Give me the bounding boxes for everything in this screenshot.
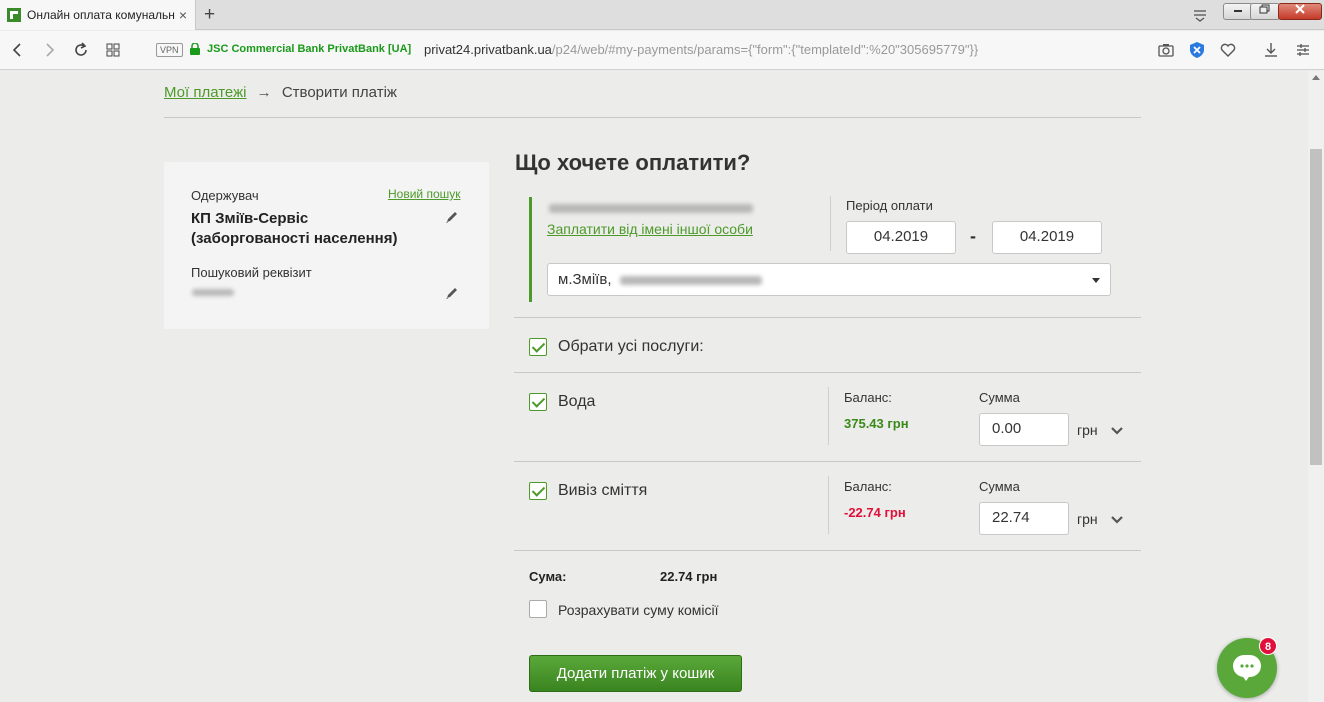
service-water-divider	[828, 387, 829, 445]
lock-icon[interactable]	[190, 43, 200, 55]
edit-search-detail-pencil-icon[interactable]	[444, 285, 460, 301]
section-divider-3	[514, 461, 1141, 462]
service-water-name: Вода	[558, 393, 596, 410]
new-search-link[interactable]: Новий пошук	[388, 187, 461, 201]
scroll-up-arrow-icon[interactable]	[1312, 75, 1320, 80]
close-icon	[1295, 4, 1305, 14]
service-garbage-divider	[828, 476, 829, 534]
address-select[interactable]: м.Зміїв,	[547, 263, 1111, 296]
select-all-label: Обрати усі послуги:	[558, 338, 704, 355]
tab-menu-icon[interactable]	[1192, 7, 1208, 23]
address-select-value: м.Зміїв,	[558, 271, 612, 288]
minimize-button[interactable]	[1223, 3, 1253, 20]
period-divider	[830, 196, 831, 251]
recipient-name: КП Зміїв-Сервіс (заборгованості населенн…	[191, 209, 431, 249]
period-label: Період оплати	[846, 198, 933, 213]
period-from-input[interactable]: 04.2019	[846, 221, 956, 254]
chevron-down-icon	[1092, 278, 1100, 283]
total-sum-label: Сума:	[529, 569, 567, 584]
pay-for-other-link[interactable]: Заплатити від імені іншої особи	[547, 221, 753, 237]
search-detail-label: Пошуковий реквізит	[191, 265, 312, 280]
section-divider-4	[514, 550, 1141, 551]
section-divider-1	[514, 317, 1141, 318]
service-garbage-currency: грн	[1077, 511, 1098, 527]
camera-icon[interactable]	[1157, 41, 1175, 59]
close-window-button[interactable]	[1278, 3, 1322, 20]
section-divider-2	[514, 372, 1141, 373]
service-garbage-checkbox[interactable]	[529, 482, 547, 500]
service-garbage-balance: -22.74 грн	[844, 505, 906, 520]
period-to-input[interactable]: 04.2019	[992, 221, 1102, 254]
scrollbar-thumb[interactable]	[1310, 149, 1322, 465]
service-garbage-expand-chevron-down-icon[interactable]	[1110, 515, 1124, 525]
recipient-card: Одержувач Новий пошук КП Зміїв-Сервіс (з…	[164, 162, 489, 329]
chat-notification-badge: 8	[1259, 637, 1277, 655]
select-all-checkbox[interactable]	[529, 338, 547, 356]
reload-icon[interactable]	[72, 41, 90, 59]
breadcrumb-divider	[164, 117, 1141, 118]
speed-dial-icon[interactable]	[104, 41, 122, 59]
adblock-shield-icon[interactable]	[1188, 41, 1206, 59]
vpn-badge[interactable]: VPN	[156, 43, 183, 57]
service-water-amount-label: Сумма	[979, 390, 1020, 405]
download-icon[interactable]	[1262, 41, 1280, 59]
search-detail-redacted	[192, 289, 234, 296]
forward-icon[interactable]	[40, 41, 58, 59]
breadcrumb-current: Створити платіж	[281, 84, 397, 101]
service-water-expand-chevron-down-icon[interactable]	[1110, 426, 1124, 436]
page-scrollbar[interactable]	[1308, 71, 1324, 702]
service-water-currency: грн	[1077, 422, 1098, 438]
browser-tab-bar: Онлайн оплата комунальних послуг × +	[0, 0, 1324, 30]
commission-checkbox[interactable]	[529, 600, 547, 618]
service-water-balance: 375.43 грн	[844, 416, 909, 431]
total-sum-value: 22.74 грн	[660, 569, 718, 584]
add-to-cart-button[interactable]: Додати платіж у кошик	[529, 655, 742, 692]
tab-close-icon[interactable]: ×	[179, 7, 187, 23]
url-path: /p24/web/#my-payments/params={"form":{"t…	[551, 42, 979, 57]
page-title: Що хочете оплатити?	[515, 150, 751, 175]
breadcrumb: Мої платежі → Створити платіж	[164, 84, 397, 101]
maximize-button[interactable]	[1250, 3, 1280, 20]
edit-recipient-pencil-icon[interactable]	[444, 209, 460, 225]
minimize-icon	[1234, 10, 1242, 12]
recipient-name-line2: (заборгованості населення)	[191, 230, 398, 247]
privatbank-favicon-icon	[7, 8, 21, 22]
commission-label: Розрахувати суму комісії	[558, 602, 719, 618]
recipient-label: Одержувач	[191, 188, 259, 203]
service-water-amount-input[interactable]: 0.00	[979, 413, 1069, 446]
address-bar: VPN JSC Commercial Bank PrivatBank [UA] …	[0, 31, 1324, 70]
page-content: Мої платежі → Створити платіж Одержувач …	[0, 71, 1308, 702]
payer-section-accent	[529, 197, 532, 302]
back-icon[interactable]	[9, 41, 27, 59]
recipient-name-line1: КП Зміїв-Сервіс	[191, 210, 309, 227]
period-dash: -	[970, 226, 976, 246]
new-tab-button[interactable]: +	[204, 4, 215, 26]
easy-setup-icon[interactable]	[1294, 41, 1312, 59]
service-water-balance-label: Баланс:	[844, 390, 892, 405]
service-water-checkbox[interactable]	[529, 393, 547, 411]
url-domain: privat24.privatbank.ua	[424, 42, 552, 57]
payer-name-redacted	[549, 204, 753, 213]
service-garbage-name: Вивіз сміття	[558, 482, 648, 499]
chat-dots-icon	[1240, 664, 1254, 668]
breadcrumb-my-payments-link[interactable]: Мої платежі	[164, 84, 246, 101]
tab-title: Онлайн оплата комунальних послуг	[27, 8, 175, 22]
address-redacted	[620, 276, 762, 285]
heart-icon[interactable]	[1219, 41, 1237, 59]
service-garbage-balance-label: Баланс:	[844, 479, 892, 494]
site-identity[interactable]: JSC Commercial Bank PrivatBank [UA]	[207, 43, 411, 55]
browser-tab[interactable]: Онлайн оплата комунальних послуг ×	[0, 0, 196, 30]
restore-icon	[1259, 4, 1270, 14]
breadcrumb-arrow: →	[256, 84, 272, 101]
url-field[interactable]: privat24.privatbank.ua/p24/web/#my-payme…	[424, 42, 978, 57]
service-garbage-amount-label: Сумма	[979, 479, 1020, 494]
service-garbage-amount-input[interactable]: 22.74	[979, 502, 1069, 535]
